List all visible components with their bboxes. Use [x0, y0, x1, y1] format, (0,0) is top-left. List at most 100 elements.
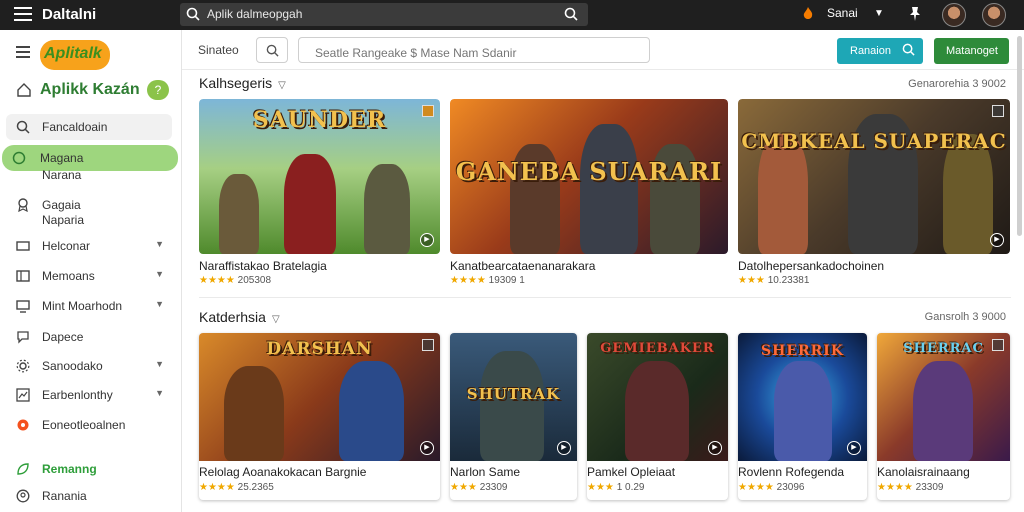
play-icon[interactable]: ▶: [847, 441, 861, 455]
play-icon[interactable]: ▶: [420, 441, 434, 455]
sidebar-item-earben[interactable]: Earbenlonthy ▼: [6, 382, 172, 408]
game-rating: ★★★ 1 0.29: [587, 482, 645, 493]
game-title[interactable]: Pamkel Opleiaat: [587, 465, 675, 479]
sidebar-item-eoneot[interactable]: Eoneotleoalnen: [6, 412, 172, 438]
game-art-title: GANEBA SUARARI: [455, 157, 723, 186]
app-logo[interactable]: Aplitalk: [40, 40, 110, 70]
sidebar-item-label: Magana: [40, 151, 84, 165]
sidebar-item-sub2[interactable]: Naparia: [6, 210, 172, 230]
top-search-text[interactable]: Aplik dalmeopgah: [207, 7, 302, 21]
chevron-down-icon[interactable]: ▽: [278, 80, 286, 91]
sidebar-item-label: Remanng: [42, 462, 97, 476]
bookmark-icon[interactable]: [992, 105, 1004, 117]
sidebar-item-ranania[interactable]: Ranania: [6, 483, 172, 509]
game-card[interactable]: SHERRIK ▶ Rovlenn Rofegenda ★★★★ 23096: [738, 333, 867, 500]
chevron-down-icon[interactable]: ▼: [155, 239, 164, 249]
game-title[interactable]: Kanolaisrainaang: [877, 465, 970, 479]
game-title[interactable]: Naraffistakao Bratelagia: [199, 259, 327, 273]
sidebar-item-sub[interactable]: Narana: [6, 166, 172, 184]
rating-count: 23309: [915, 482, 944, 493]
app-name: Aplikk Kazán: [40, 81, 140, 98]
top-search-box[interactable]: Aplik dalmeopgah: [180, 3, 588, 26]
game-art[interactable]: SAUNDER ▶: [199, 99, 440, 254]
rating-count: 1 0.29: [616, 482, 645, 493]
game-card[interactable]: CMBKEAL SUAPERAC ▶ Datolhepersankadochoi…: [738, 99, 1010, 295]
sidebar-item-helconar[interactable]: Helconar ▼: [6, 233, 172, 259]
game-art[interactable]: CMBKEAL SUAPERAC ▶: [738, 99, 1010, 254]
chevron-down-icon[interactable]: ▼: [155, 299, 164, 309]
game-card[interactable]: SHUTRAK ▶ Narlon Same ★★★ 23309: [450, 333, 577, 500]
rating-stars: ★★★★: [877, 482, 913, 493]
chevron-down-icon[interactable]: ▼: [874, 8, 884, 19]
sidebar-menu-icon[interactable]: [16, 46, 30, 58]
bookmark-icon[interactable]: [422, 105, 434, 117]
game-art[interactable]: SHERRIK ▶: [738, 333, 867, 461]
game-card[interactable]: SAUNDER ▶ Naraffistakao Bratelagia ★★★★ …: [199, 99, 440, 295]
section-1-header[interactable]: Kalhsegeris ▽: [199, 75, 286, 91]
game-card[interactable]: DARSHAN ▶ Relolag Aoanakokacan Bargnie ★…: [199, 333, 440, 500]
play-icon[interactable]: ▶: [420, 233, 434, 247]
game-title[interactable]: Datolhepersankadochoinen: [738, 259, 884, 273]
section-divider: [199, 297, 1011, 298]
game-card[interactable]: GANEBA SUARARI Kanatbearcataenanarakara …: [450, 99, 728, 295]
rating-count: 23096: [776, 482, 805, 493]
help-badge[interactable]: ?: [147, 80, 169, 100]
primary-action-label: Ranaion: [850, 45, 891, 57]
chevron-down-icon[interactable]: ▼: [155, 388, 164, 398]
avatar-1[interactable]: [942, 3, 966, 27]
section-2-header[interactable]: Katderhsia ▽: [199, 309, 280, 325]
game-art[interactable]: SHUTRAK ▶: [450, 333, 577, 461]
sidebar-item-dapece[interactable]: Dapece: [6, 324, 172, 350]
play-icon[interactable]: ▶: [708, 441, 722, 455]
sidebar-item-sanoodako[interactable]: Sanoodako ▼: [6, 353, 172, 379]
bookmark-icon[interactable]: [992, 339, 1004, 351]
game-rating: ★★★ 23309: [450, 482, 508, 493]
sidebar-item-label: Narana: [42, 168, 82, 182]
sidebar-item-remanng[interactable]: Remanng: [6, 456, 172, 482]
game-art-title: SAUNDER: [252, 107, 387, 133]
game-art[interactable]: SHERRAC: [877, 333, 1010, 461]
game-rating: ★★★★ 25.2365: [199, 482, 274, 493]
hamburger-menu-icon[interactable]: [14, 7, 32, 23]
chevron-down-icon[interactable]: ▽: [272, 314, 280, 325]
game-rating: ★★★★ 23309: [877, 482, 943, 493]
sidebar-item-memoans[interactable]: Memoans ▼: [6, 263, 172, 289]
rating-stars: ★★★: [738, 275, 765, 286]
game-title[interactable]: Relolag Aoanakokacan Bargnie: [199, 465, 366, 479]
search-submit-icon[interactable]: [564, 7, 578, 26]
flame-icon[interactable]: [800, 6, 816, 25]
filter-search-input[interactable]: [298, 37, 650, 63]
rating-stars: ★★★: [587, 482, 614, 493]
game-title[interactable]: Kanatbearcataenanarakara: [450, 259, 595, 273]
rating-stars: ★★★: [450, 482, 477, 493]
game-art[interactable]: DARSHAN ▶: [199, 333, 440, 461]
game-title[interactable]: Narlon Same: [450, 465, 520, 479]
game-card[interactable]: SHERRAC Kanolaisrainaang ★★★★ 23309: [877, 333, 1010, 500]
rating-stars: ★★★★: [199, 482, 235, 493]
game-art-title: DARSHAN: [266, 339, 373, 359]
play-icon[interactable]: ▶: [990, 233, 1004, 247]
pin-icon[interactable]: [908, 6, 922, 25]
chevron-down-icon[interactable]: ▼: [155, 269, 164, 279]
sidebar-item-search[interactable]: Fancaldoain: [6, 114, 172, 140]
game-art[interactable]: GEMIEBAKER ▶: [587, 333, 728, 461]
game-title[interactable]: Rovlenn Rofegenda: [738, 465, 844, 479]
section-2-meta: Gansrolh 3 9000: [924, 311, 1006, 323]
play-icon[interactable]: ▶: [557, 441, 571, 455]
avatar-2[interactable]: [982, 3, 1006, 27]
scrollbar[interactable]: [1017, 36, 1022, 236]
chevron-down-icon[interactable]: ▼: [155, 359, 164, 369]
filter-bar: Sinateo Ranaion Matanoget: [182, 30, 1024, 70]
user-label[interactable]: Sanai: [827, 6, 858, 20]
filter-search-button[interactable]: [256, 37, 288, 63]
search-icon: [16, 120, 30, 134]
secondary-action-button[interactable]: Matanoget: [934, 38, 1009, 64]
rating-count: 10.23381: [767, 275, 810, 286]
sidebar-item-mint[interactable]: Mint Moarhodn ▼: [6, 293, 172, 319]
game-art[interactable]: GANEBA SUARARI: [450, 99, 728, 254]
home-icon[interactable]: [16, 82, 32, 103]
primary-action-button[interactable]: Ranaion: [837, 38, 923, 64]
game-card[interactable]: GEMIEBAKER ▶ Pamkel Opleiaat ★★★ 1 0.29: [587, 333, 728, 500]
orange-dot-icon: [16, 418, 30, 432]
bookmark-icon[interactable]: [422, 339, 434, 351]
